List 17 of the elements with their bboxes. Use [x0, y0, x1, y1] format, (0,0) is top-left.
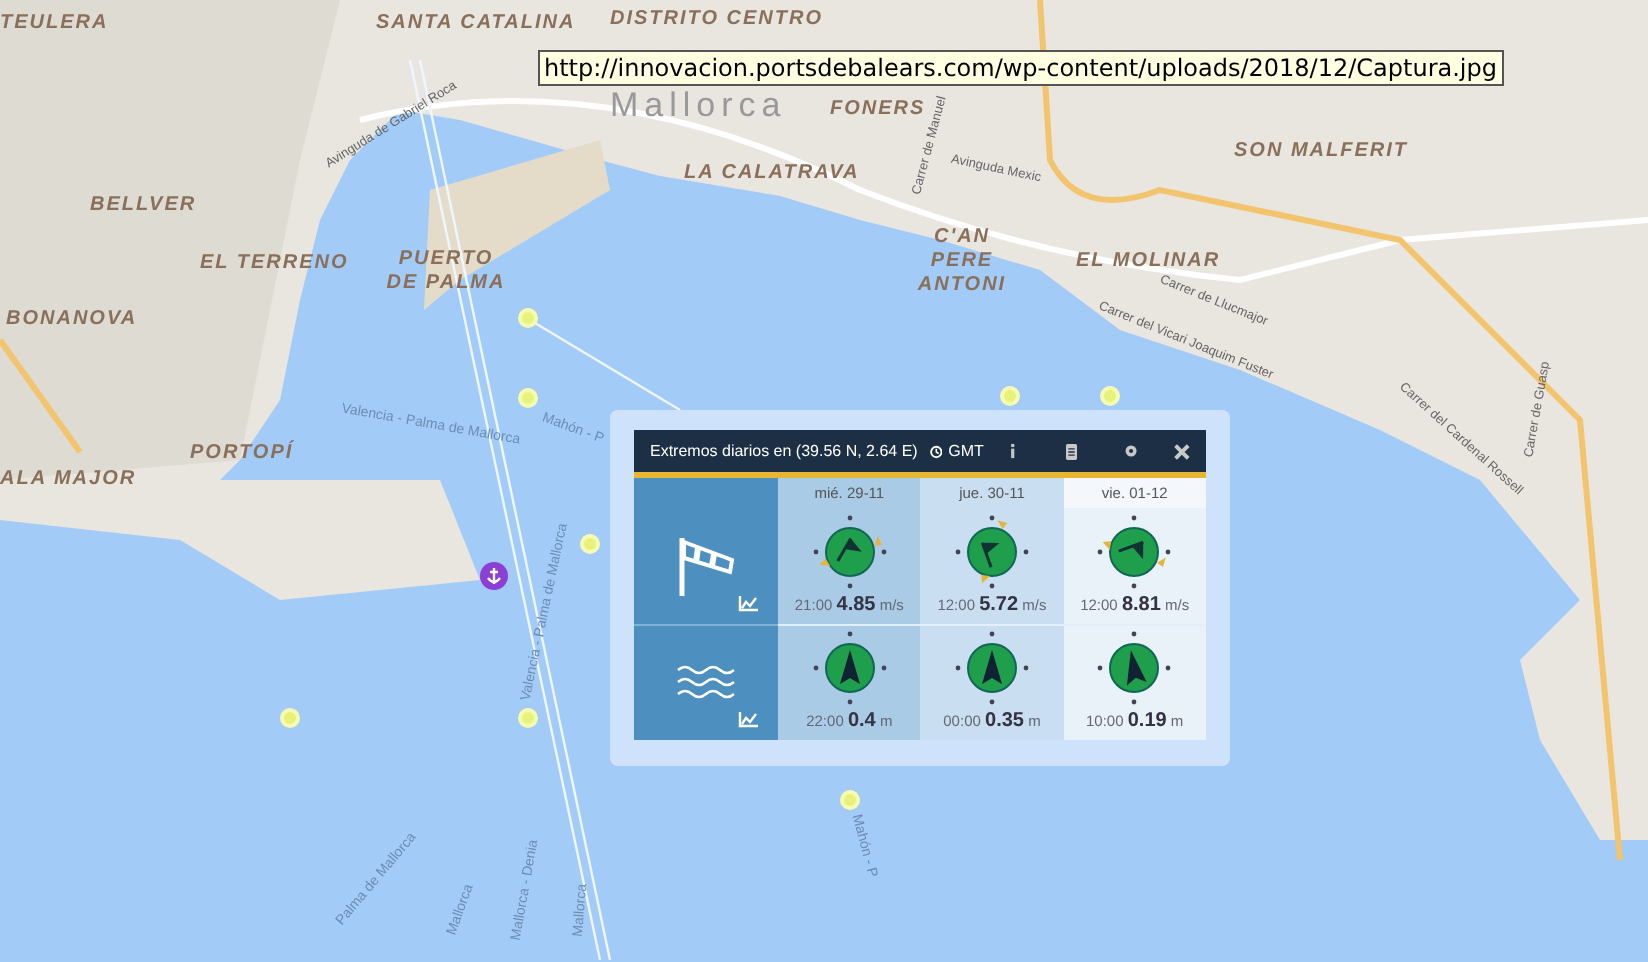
place-label: SANTA CATALINA	[376, 10, 576, 38]
place-label: EL TERRENO	[200, 250, 349, 278]
place-label: C'AN PERE ANTONI	[915, 226, 1009, 298]
place-label: DISTRITO CENTRO	[610, 6, 823, 34]
place-label: PORTOPÍ	[190, 438, 294, 468]
place-label: SON MALFERIT	[1234, 138, 1408, 166]
place-label: BONANOVA	[6, 306, 138, 334]
place-label: Mallorca	[610, 84, 787, 128]
place-label: EL MOLINAR	[1076, 248, 1221, 275]
place-label: BELLVER	[90, 192, 197, 220]
place-label: ALA MAJOR	[0, 466, 137, 494]
url-tooltip: http://innovacion.portsdebalears.com/wp-content/uploads/2018/12/Captura.jpg	[538, 50, 1503, 86]
popup-title: Extremos diarios en (39.56 N, 2.64 E)	[650, 439, 918, 463]
timezone-label: GMT	[948, 439, 984, 463]
place-label: TEULERA	[0, 10, 109, 38]
place-label: LA CALATRAVA	[684, 160, 860, 188]
place-label: FONERS	[830, 96, 926, 124]
